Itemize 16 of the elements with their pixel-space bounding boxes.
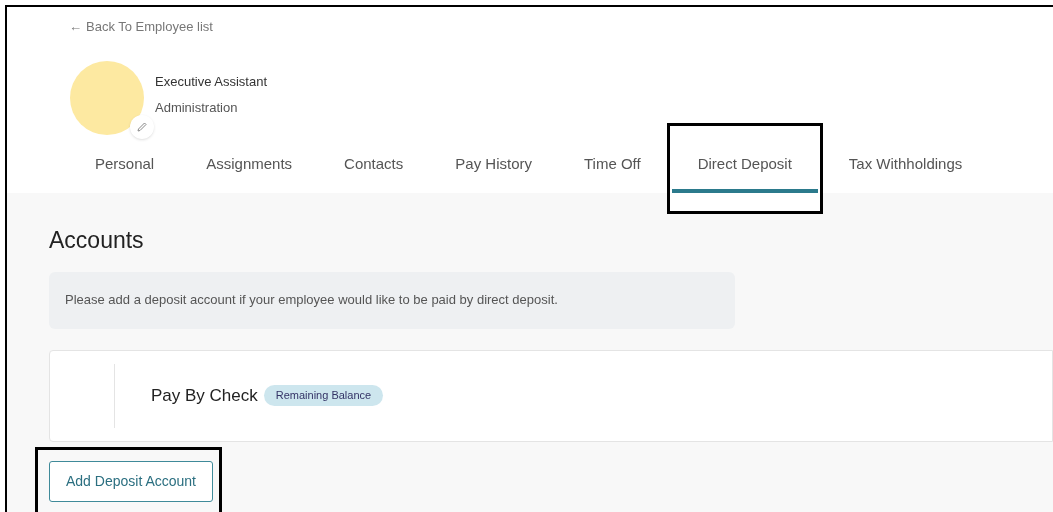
account-name: Pay By Check — [151, 384, 258, 407]
tab[interactable]: Direct Deposit — [671, 142, 818, 193]
tab[interactable]: Tax Withholdings — [822, 142, 989, 193]
employee-department: Administration — [155, 98, 239, 117]
tab[interactable]: Personal — [69, 142, 181, 193]
notice-banner: Please add a deposit account if your employee would like to be paid by direct deposit. — [49, 271, 735, 329]
tab[interactable]: Assignments — [180, 142, 319, 193]
section-title: Accounts — [49, 226, 145, 255]
tab[interactable]: Time Off — [557, 142, 667, 193]
account-badge: Remaining Balance — [263, 385, 384, 406]
add-deposit-account-button[interactable]: Add Deposit Account — [49, 460, 213, 502]
edit-icon[interactable] — [130, 114, 154, 139]
back-link[interactable]: ← Back To Employee list — [69, 17, 213, 37]
tab[interactable]: Pay History — [429, 142, 558, 193]
tab[interactable]: Contacts — [318, 142, 430, 193]
employee-title: Executive Assistant — [155, 73, 267, 91]
